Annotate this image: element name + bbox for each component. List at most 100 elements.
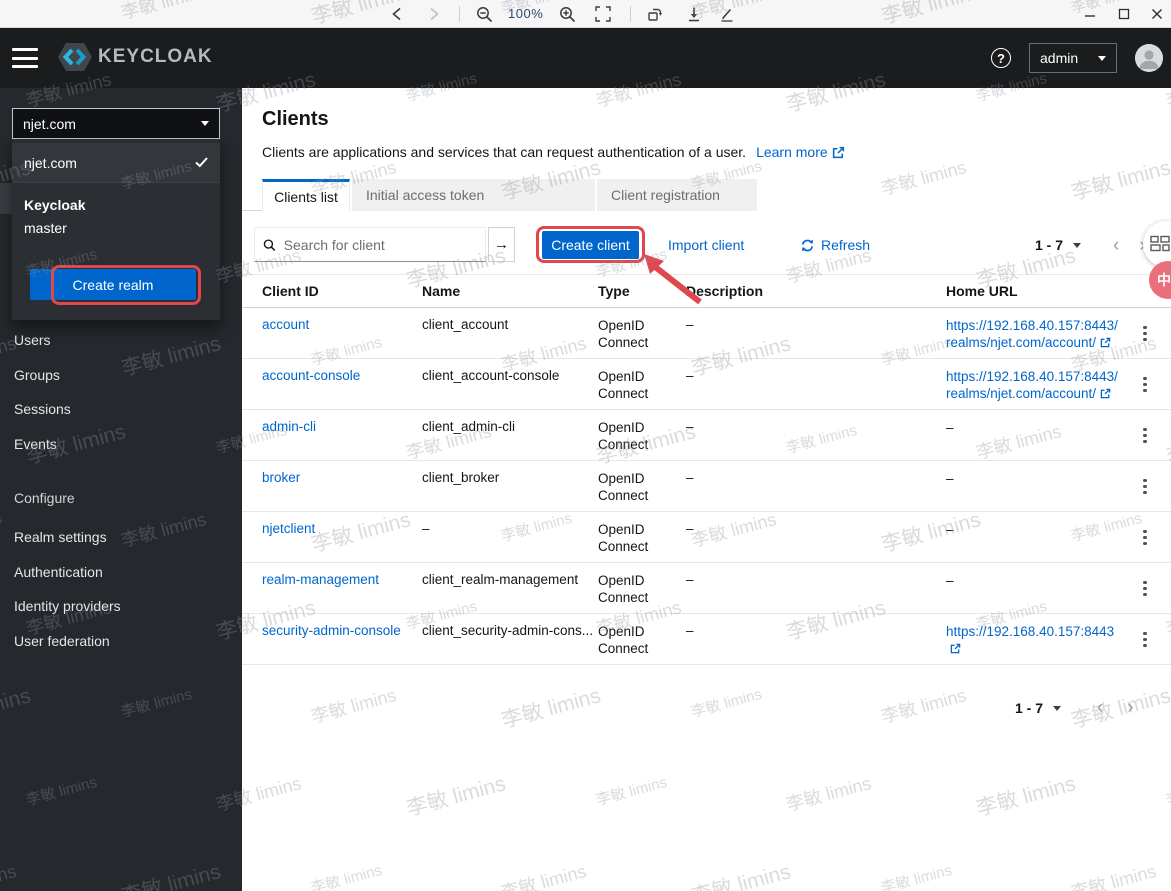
search-icon	[263, 238, 276, 251]
refresh-label: Refresh	[821, 237, 871, 253]
main-content: Clients Clients are applications and ser…	[242, 88, 1171, 891]
home-url-link[interactable]: https://192.168.40.157:8443	[946, 623, 1125, 657]
download-icon[interactable]	[685, 5, 703, 23]
sidebar-item-authentication[interactable]: Authentication	[0, 555, 242, 589]
table-header-row: Client ID Name Type Description Home URL	[242, 275, 1171, 308]
tab-client-registration[interactable]: Client registration	[597, 179, 757, 211]
pagination-prev-icon[interactable]: ‹	[1097, 697, 1103, 719]
learn-more-link[interactable]: Learn more	[756, 144, 845, 160]
cell-type: OpenID Connect	[598, 522, 649, 554]
table-row: account client_account OpenID Connect – …	[242, 308, 1171, 359]
kebab-menu-icon[interactable]	[1137, 577, 1153, 601]
keycloak-logo[interactable]: KEYCLOAK	[58, 42, 213, 72]
home-url-link[interactable]: https://192.168.40.157:8443/realms/njet.…	[946, 317, 1125, 351]
create-realm-button[interactable]: Create realm	[30, 269, 196, 300]
back-icon[interactable]	[388, 5, 406, 23]
sidebar-item-realm-settings[interactable]: Realm settings	[0, 520, 242, 554]
client-id-link[interactable]: account	[262, 317, 309, 332]
client-id-link[interactable]: realm-management	[262, 572, 379, 587]
rotate-icon[interactable]	[646, 5, 664, 23]
sidebar-item-users[interactable]: Users	[0, 323, 242, 357]
col-client-id: Client ID	[262, 283, 319, 299]
realm-selector[interactable]: njet.com	[12, 108, 220, 139]
sidebar-item-sessions[interactable]: Sessions	[0, 392, 242, 426]
realm-selector-value: njet.com	[23, 115, 76, 132]
avatar[interactable]	[1135, 44, 1163, 72]
cell-home-url: https://192.168.40.157:8443/realms/njet.…	[946, 368, 1125, 402]
realm-group-title: Keycloak	[24, 197, 86, 213]
external-link-icon	[1100, 337, 1111, 348]
viewer-titlebar: 100%	[0, 0, 1171, 28]
cell-type: OpenID Connect	[598, 624, 649, 656]
kebab-menu-icon[interactable]	[1137, 475, 1153, 499]
sidebar-item-identity-providers[interactable]: Identity providers	[0, 589, 242, 623]
help-icon[interactable]: ?	[991, 48, 1011, 68]
sidebar-item-clients-partial	[0, 183, 12, 214]
realm-option-master[interactable]: master	[24, 220, 208, 236]
table-row: realm-management client_realm-management…	[242, 563, 1171, 614]
client-id-link[interactable]: broker	[262, 470, 300, 485]
create-client-button[interactable]: Create client	[542, 231, 639, 259]
kebab-menu-icon[interactable]	[1137, 628, 1153, 652]
zoom-in-icon[interactable]	[558, 5, 576, 23]
sidebar-item-events[interactable]: Events	[0, 427, 242, 461]
kebab-menu-icon[interactable]	[1137, 373, 1153, 397]
sidebar-item-groups[interactable]: Groups	[0, 358, 242, 392]
minimize-icon[interactable]	[1080, 5, 1100, 23]
toolbar-separator	[459, 6, 460, 22]
search-submit-button[interactable]: →	[488, 227, 515, 262]
page-description: Clients are applications and services th…	[262, 144, 747, 160]
cell-home-url: https://192.168.40.157:8443/realms/njet.…	[946, 317, 1125, 351]
refresh-link[interactable]: Refresh	[800, 227, 870, 263]
close-icon[interactable]	[1147, 5, 1167, 23]
kebab-menu-icon[interactable]	[1137, 424, 1153, 448]
annotate-pen-icon[interactable]	[718, 5, 736, 23]
col-home-url: Home URL	[946, 283, 1018, 299]
client-id-link[interactable]: security-admin-console	[262, 623, 401, 638]
maximize-icon[interactable]	[1114, 5, 1134, 23]
cell-home-url: –	[946, 522, 954, 537]
tab-clients-list[interactable]: Clients list	[262, 179, 350, 211]
kebab-menu-icon[interactable]	[1137, 526, 1153, 550]
check-icon	[195, 157, 208, 168]
hamburger-menu-icon[interactable]	[12, 46, 38, 70]
client-id-link[interactable]: admin-cli	[262, 419, 316, 434]
pagination-prev-icon[interactable]: ‹	[1113, 236, 1119, 255]
clients-toolbar: → Create client Import client Refresh 1 …	[242, 227, 1171, 263]
cell-name: client_admin-cli	[422, 419, 516, 434]
table-row: admin-cli client_admin-cli OpenID Connec…	[242, 410, 1171, 461]
search-input[interactable]	[283, 236, 477, 253]
chevron-down-icon	[1098, 55, 1106, 61]
toolbar-separator	[630, 6, 631, 22]
cell-name: client_account	[422, 317, 509, 332]
screen: 100% KEYCLOAK ? admin Users Groups Sessi…	[0, 0, 1171, 891]
zoom-out-icon[interactable]	[475, 5, 493, 23]
cell-description: –	[686, 572, 694, 587]
cell-home-url: –	[946, 471, 954, 486]
fit-to-window-icon[interactable]	[594, 5, 612, 23]
kebab-menu-icon[interactable]	[1137, 322, 1153, 346]
client-id-link[interactable]: njetclient	[262, 521, 315, 536]
user-menu-label: admin	[1040, 50, 1079, 66]
home-url-link[interactable]: https://192.168.40.157:8443/realms/njet.…	[946, 368, 1125, 402]
cell-name: client_account-console	[422, 368, 560, 383]
client-id-link[interactable]: account-console	[262, 368, 360, 383]
forward-icon[interactable]	[425, 5, 443, 23]
pagination-caret-icon[interactable]	[1073, 242, 1082, 248]
realm-option-current[interactable]: njet.com	[12, 143, 220, 183]
tab-initial-access-token[interactable]: Initial access token	[352, 179, 595, 211]
pagination-caret-icon[interactable]	[1053, 705, 1062, 711]
sidebar-item-user-federation[interactable]: User federation	[0, 624, 242, 658]
user-menu-dropdown[interactable]: admin	[1029, 43, 1117, 73]
pagination-range: 1 - 7	[1035, 237, 1064, 253]
realm-option-label: njet.com	[24, 154, 77, 171]
external-link-icon	[1100, 388, 1111, 399]
cell-type: OpenID Connect	[598, 318, 649, 350]
cell-home-url: –	[946, 573, 954, 588]
pagination-next-icon[interactable]: ›	[1127, 697, 1133, 719]
cell-home-url: https://192.168.40.157:8443	[946, 623, 1125, 657]
cell-type: OpenID Connect	[598, 420, 649, 452]
search-box	[254, 227, 486, 262]
sidebar-section-configure: Configure	[14, 490, 75, 506]
import-client-link[interactable]: Import client	[668, 227, 744, 263]
